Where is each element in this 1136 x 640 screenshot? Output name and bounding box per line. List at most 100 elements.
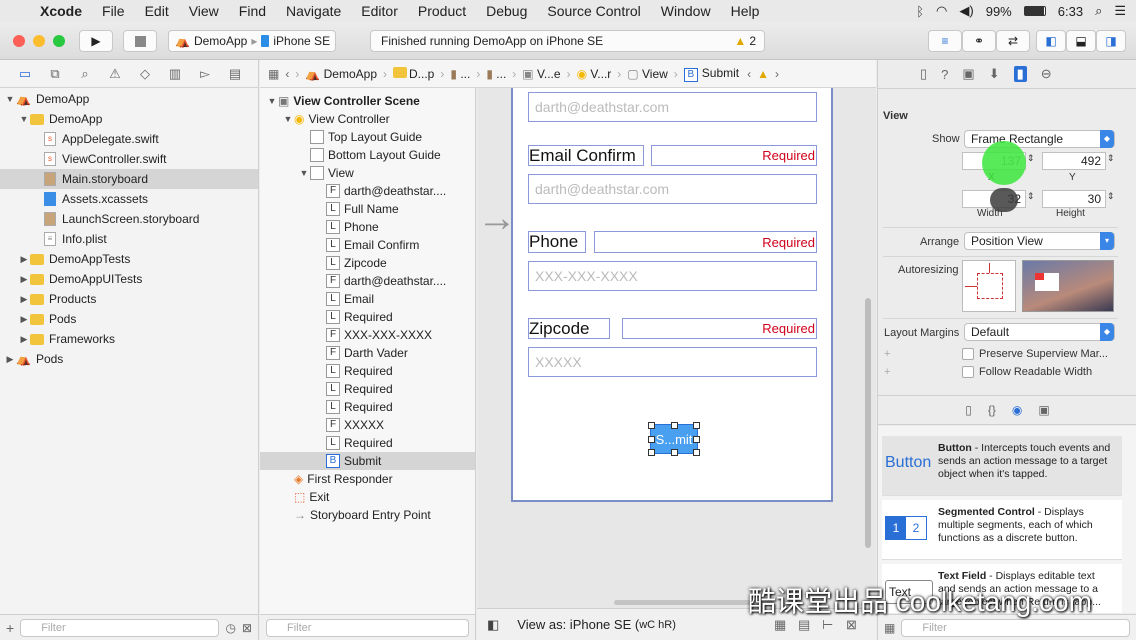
outline-item[interactable]: L Email Confirm [260,236,475,254]
quick-help-icon[interactable]: ? [941,67,948,82]
jump-storyboard-base[interactable]: ▮ ... [486,67,506,81]
phone-required-label[interactable]: Required [594,231,817,253]
outline-item[interactable]: L Required [260,380,475,398]
outline-item[interactable]: L Email [260,290,475,308]
file-tree-item[interactable]: ▶ Frameworks [0,329,258,349]
disclosure-open-icon[interactable]: ▼ [18,114,30,124]
jump-submit[interactable]: B Submit [683,66,739,82]
file-tree-item[interactable]: ▼ ⛺ DemoApp [0,89,258,109]
stop-button[interactable] [123,30,157,52]
file-tree-item[interactable]: s AppDelegate.swift [0,129,258,149]
bluetooth-icon[interactable]: ᛒ [916,4,924,19]
issue-back-icon[interactable]: ‹ [747,67,751,81]
outline-item[interactable]: L Full Name [260,200,475,218]
autoresizing-mask-editor[interactable] [962,260,1016,312]
phone-label[interactable]: Phone [528,231,586,253]
resize-handle[interactable] [671,422,678,429]
horizontal-scrollbar[interactable] [614,600,764,605]
code-snippet-icon[interactable]: {} [988,403,996,417]
outline-item[interactable]: F XXX-XXX-XXXX [260,326,475,344]
outline-item[interactable]: L Required [260,398,475,416]
size-class-label[interactable]: wC hR) [639,619,676,631]
show-popup[interactable]: Frame Rectangle ◆ [964,130,1115,148]
add-variation-icon[interactable]: + [884,348,890,360]
outline-item[interactable]: ▼ View [260,164,475,182]
library-item-segmented-control[interactable]: 12 Segmented Control - Displays multiple… [882,500,1122,560]
folder-icon[interactable]: ▭ [10,66,40,82]
outline-item[interactable]: Fdarth@deathstar.... [260,182,475,200]
zipcode-required-label[interactable]: Required [622,318,817,339]
menu-view[interactable]: View [189,3,219,19]
back-icon[interactable]: ‹ [285,67,289,81]
outline-item[interactable]: L Zipcode [260,254,475,272]
disclosure-open-icon[interactable]: ▼ [4,94,16,104]
menu-app-name[interactable]: Xcode [40,3,82,19]
email-confirm-required-label[interactable]: Required [651,145,817,166]
file-tree-item[interactable]: ▶ Pods [0,309,258,329]
version-editor-button[interactable]: ⇄ [996,30,1030,52]
scheme-selector[interactable]: ⛺ DemoApp ▸ iPhone SE [168,30,336,52]
toggle-debug-area-button[interactable]: ⬓ [1066,30,1096,52]
outline-item[interactable]: L Required [260,434,475,452]
outline-item[interactable]: ▼ ▣ View Controller Scene [260,92,475,110]
arrange-popup[interactable]: Position View ▾ [964,232,1115,250]
menu-debug[interactable]: Debug [486,3,527,19]
toggle-navigator-button[interactable]: ◧ [1036,30,1066,52]
disclosure-closed-icon[interactable]: ▶ [18,274,30,285]
toggle-outline-icon[interactable]: ◧ [487,617,499,633]
resize-handle[interactable] [648,422,655,429]
object-library-icon[interactable]: ◉ [1012,403,1022,417]
outline-item[interactable]: F Darth Vader [260,344,475,362]
disclosure-closed-icon[interactable]: ▶ [18,314,30,325]
resize-handle[interactable] [648,436,655,443]
file-template-icon[interactable]: ▯ [965,403,972,417]
warning-indicator[interactable]: ▲ 2 [734,34,756,48]
menu-help[interactable]: Help [731,3,760,19]
clock[interactable]: 6:33 [1058,4,1083,19]
x-stepper-icon[interactable]: ⇕ [1027,153,1035,164]
zoom-window-button[interactable] [53,35,65,47]
related-items-icon[interactable]: ▦ [268,67,279,81]
notification-center-icon[interactable]: ☰ [1114,3,1126,19]
resize-handle[interactable] [693,436,700,443]
recent-files-icon[interactable]: ◷ [225,621,235,635]
menu-editor[interactable]: Editor [361,3,398,19]
disclosure-open-icon[interactable]: ▼ [298,168,310,178]
outline-item[interactable]: Top Layout Guide [260,128,475,146]
minimize-window-button[interactable] [33,35,45,47]
debug-icon[interactable]: ▥ [160,66,190,82]
file-tree-item[interactable]: ▼ DemoApp [0,109,258,129]
navigator-filter-input[interactable]: Filter [20,618,220,637]
standard-editor-button[interactable]: ≡ [928,30,962,52]
resize-handle[interactable] [671,449,678,456]
hierarchy-icon[interactable]: ⧉ [40,66,70,82]
jump-project[interactable]: ⛺ DemoApp [305,67,377,81]
phone-text-field[interactable]: XXX-XXX-XXXX [528,261,817,291]
menu-file[interactable]: File [102,3,125,19]
height-field[interactable]: 30 [1042,190,1106,208]
email-text-field[interactable]: darth@deathstar.com [528,92,817,122]
outline-item[interactable]: ⬚ Exit [260,488,475,506]
outline-filter-input[interactable]: Filter [266,618,469,637]
toggle-utilities-button[interactable]: ◨ [1096,30,1126,52]
attributes-inspector-icon[interactable]: ⬇ [989,66,1000,82]
outline-item[interactable]: L Required [260,362,475,380]
connections-inspector-icon[interactable]: ⊖ [1041,66,1052,82]
file-tree-item[interactable]: ▶ Products [0,289,258,309]
run-button[interactable]: ▶ [79,30,113,52]
email-confirm-label[interactable]: Email Confirm [528,145,644,166]
resize-handle[interactable] [648,449,655,456]
outline-item[interactable]: ◈ First Responder [260,470,475,488]
grid-view-icon[interactable]: ▦ [884,621,895,635]
issue-forward-icon[interactable]: › [775,67,779,81]
menu-source-control[interactable]: Source Control [547,3,640,19]
identity-inspector-icon[interactable]: ▣ [962,66,974,82]
disclosure-closed-icon[interactable]: ▶ [18,334,30,345]
disclosure-open-icon[interactable]: ▼ [266,96,278,106]
layout-margins-popup[interactable]: Default ◆ [964,323,1115,341]
library-item-button[interactable]: Button Button - Intercepts touch events … [882,436,1122,496]
outline-item[interactable]: F XXXXX [260,416,475,434]
outline-item[interactable]: B Submit [260,452,475,470]
view-controller-scene[interactable]: darth@deathstar.com Email Confirm Requir… [511,88,833,502]
resize-handle[interactable] [693,449,700,456]
